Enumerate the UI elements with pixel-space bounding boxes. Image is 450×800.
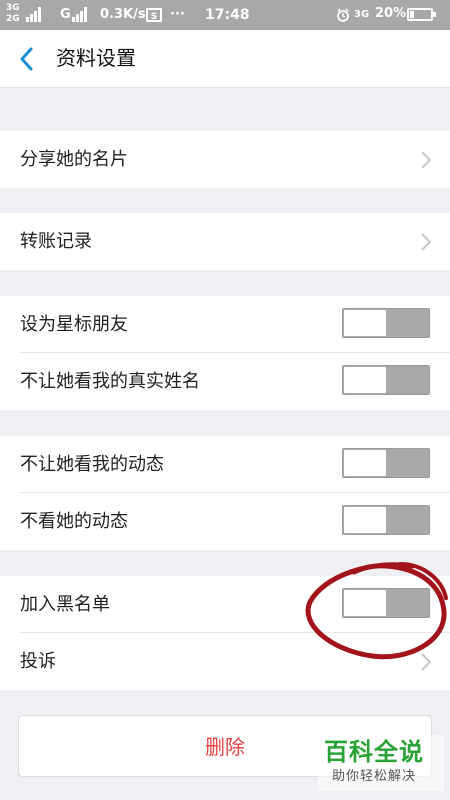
mute-her-moments-toggle[interactable] bbox=[342, 505, 430, 535]
blacklist-label: 加入黑名单 bbox=[20, 594, 110, 615]
signal-icon-secondary bbox=[72, 6, 88, 22]
navigation-bar: 资料设置 bbox=[0, 30, 450, 88]
alarm-icon bbox=[337, 8, 349, 22]
network-g-label: G bbox=[60, 7, 71, 22]
star-friend-row: 设为星标朋友 bbox=[0, 296, 450, 353]
report-row[interactable]: 投诉 bbox=[0, 633, 450, 690]
blacklist-row: 加入黑名单 bbox=[0, 576, 450, 633]
watermark-logo: 百科全说 助你轻松解决 bbox=[318, 735, 444, 791]
star-friend-label: 设为星标朋友 bbox=[20, 314, 128, 335]
profile-settings-screen: 3G 2G G 0.3K/s S ··· 17:48 3G 20% 资料设置 分… bbox=[0, 0, 450, 800]
battery-level bbox=[410, 11, 414, 18]
share-card-row[interactable]: 分享她的名片 bbox=[0, 131, 450, 188]
hide-real-name-toggle[interactable] bbox=[342, 365, 430, 395]
battery-percent: 20% bbox=[375, 6, 407, 21]
chevron-right-icon bbox=[421, 233, 432, 251]
report-label: 投诉 bbox=[20, 651, 56, 672]
chevron-right-icon bbox=[421, 151, 432, 169]
status-bar: 3G 2G G 0.3K/s S ··· 17:48 3G 20% bbox=[0, 0, 450, 30]
network-speed: 0.3K/s bbox=[100, 7, 146, 22]
signal-icon bbox=[26, 6, 42, 22]
network-type-bottom: 2G bbox=[6, 14, 20, 24]
svg-text:S: S bbox=[151, 12, 157, 22]
star-friend-toggle[interactable] bbox=[342, 308, 430, 338]
hide-real-name-label: 不让她看我的真实姓名 bbox=[20, 371, 200, 392]
network-type-top: 3G bbox=[6, 3, 20, 13]
mute-her-moments-row: 不看她的动态 bbox=[0, 493, 450, 550]
toggle-knob bbox=[344, 450, 386, 476]
share-card-label: 分享她的名片 bbox=[20, 149, 128, 170]
toggle-knob bbox=[344, 507, 386, 533]
toggle-knob bbox=[344, 367, 386, 393]
transfer-records-row[interactable]: 转账记录 bbox=[0, 213, 450, 270]
watermark-title: 百科全说 bbox=[324, 738, 424, 766]
battery-icon bbox=[407, 8, 436, 21]
watermark-subtitle: 助你轻松解决 bbox=[332, 769, 417, 784]
network-type-right: 3G bbox=[354, 9, 370, 20]
network-type-indicator: 3G 2G bbox=[6, 3, 20, 25]
back-arrow-icon[interactable] bbox=[14, 44, 40, 74]
hide-my-moments-row: 不让她看我的动态 bbox=[0, 436, 450, 493]
page-title: 资料设置 bbox=[56, 46, 136, 70]
mute-her-moments-label: 不看她的动态 bbox=[20, 511, 128, 532]
toggle-knob bbox=[344, 590, 386, 616]
hide-my-moments-toggle[interactable] bbox=[342, 448, 430, 478]
screenshot-icon: S bbox=[146, 8, 162, 22]
hide-my-moments-label: 不让她看我的动态 bbox=[20, 454, 164, 475]
blacklist-toggle[interactable] bbox=[342, 588, 430, 618]
hide-real-name-row: 不让她看我的真实姓名 bbox=[0, 353, 450, 410]
toggle-knob bbox=[344, 310, 386, 336]
more-notifications: ··· bbox=[170, 7, 185, 22]
transfer-records-label: 转账记录 bbox=[20, 231, 92, 252]
clock-time: 17:48 bbox=[205, 7, 250, 23]
chevron-right-icon bbox=[421, 653, 432, 671]
